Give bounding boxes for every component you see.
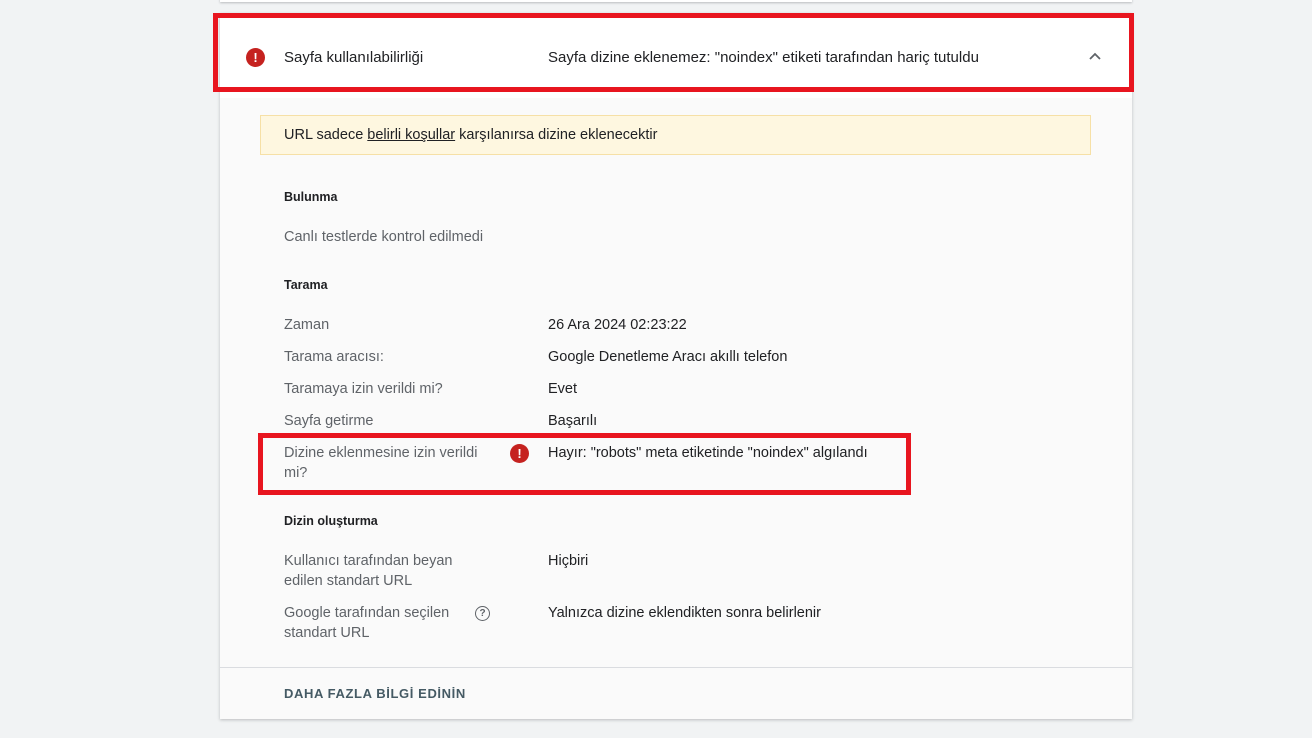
info-banner: URL sadece belirli koşullar karşılanırsa… [260, 115, 1091, 155]
crawl-allowed-label: Taramaya izin verildi mi? [284, 381, 443, 397]
discovery-note: Canlı testlerde kontrol edilmedi [284, 229, 484, 245]
google-canonical-value: Yalnızca dizine eklendikten sonra belirl… [548, 605, 821, 621]
conditions-link[interactable]: belirli koşullar [367, 127, 455, 143]
crawl-time-value: 26 Ara 2024 02:23:22 [548, 317, 687, 333]
page-fetch-label: Sayfa getirme [284, 413, 374, 429]
user-canonical-value: Hiçbiri [548, 553, 589, 569]
banner-text: URL sadece belirli koşullar karşılanırsa… [284, 127, 657, 143]
crawl-heading: Tarama [284, 278, 328, 292]
learn-more-button[interactable]: DAHA FAZLA BİLGİ EDİNİN [284, 686, 466, 701]
user-canonical-label-line2: edilen standart URL [284, 573, 413, 589]
banner-prefix: URL sadece [284, 127, 368, 143]
page-availability-card: ! Sayfa kullanılabilirliği Sayfa dizine … [220, 13, 1132, 719]
divider [220, 667, 1132, 668]
page-fetch-value: Başarılı [548, 413, 598, 429]
indexing-heading: Dizin oluşturma [284, 514, 378, 528]
crawl-time-label: Zaman [284, 317, 330, 333]
user-canonical-label: Kullanıcı tarafından beyan edilen standa… [284, 551, 452, 591]
crawler-value: Google Denetleme Aracı akıllı telefon [548, 349, 788, 365]
highlight-box-header [213, 13, 1134, 92]
user-canonical-label-line1: Kullanıcı tarafından beyan [284, 553, 453, 569]
google-canonical-label-line2: standart URL [284, 625, 370, 641]
crawl-allowed-value: Evet [548, 381, 578, 397]
help-icon[interactable]: ? [475, 606, 490, 621]
banner-suffix: karşılanırsa dizine eklenecektir [455, 127, 658, 143]
google-canonical-label-line1: Google tarafından seçilen [284, 605, 450, 621]
google-canonical-label: Google tarafından seçilen standart URL [284, 603, 449, 643]
discovery-heading: Bulunma [284, 190, 338, 204]
previous-card [220, 0, 1132, 2]
crawler-label: Tarama aracısı: [284, 349, 384, 365]
highlight-box-indexing [258, 433, 911, 495]
